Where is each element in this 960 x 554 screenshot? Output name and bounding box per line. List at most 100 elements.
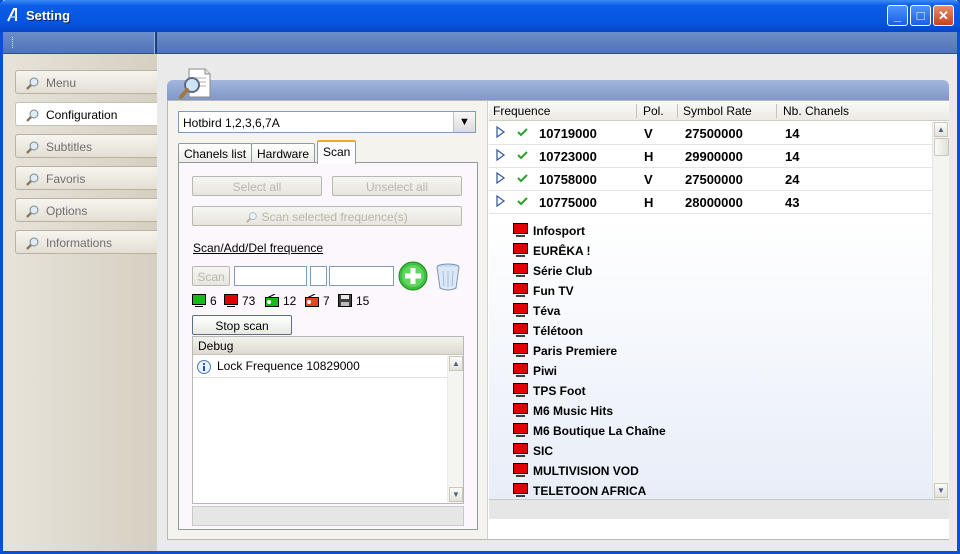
stat-value: 12 bbox=[283, 294, 297, 308]
tab-hardware[interactable]: Hardware bbox=[251, 143, 316, 163]
column-divider[interactable] bbox=[677, 104, 678, 118]
magnifier-icon bbox=[26, 237, 39, 250]
cell-nb-chanels: 14 bbox=[785, 149, 800, 164]
toolbar-grip[interactable] bbox=[12, 37, 15, 48]
channel-name: Téva bbox=[533, 304, 561, 318]
chevron-down-icon[interactable]: ▼ bbox=[453, 112, 475, 132]
magnifier-icon bbox=[26, 77, 39, 90]
floppy-disk-icon bbox=[338, 294, 352, 307]
scan-button[interactable]: Scan bbox=[192, 266, 230, 286]
tv-red-icon bbox=[513, 223, 528, 237]
col-nb-chanels[interactable]: Nb. Chanels bbox=[783, 104, 849, 118]
panel-header bbox=[167, 80, 949, 100]
tv-red-icon bbox=[513, 463, 528, 477]
minimize-button[interactable]: _ bbox=[887, 5, 908, 26]
sidebar-item-menu[interactable]: Menu bbox=[15, 70, 157, 94]
sidebar-item-subtitles[interactable]: Subtitles bbox=[15, 134, 157, 158]
cell-nb-chanels: 24 bbox=[785, 172, 800, 187]
frequence-field[interactable] bbox=[234, 266, 307, 286]
tv-green-stat: 6 bbox=[192, 294, 217, 310]
expand-arrow-icon[interactable] bbox=[496, 149, 506, 161]
radio-red-icon bbox=[305, 294, 319, 307]
tv-red-icon bbox=[224, 294, 238, 307]
debug-log: Debug Lock Frequence 10829000 ▲ ▼ bbox=[192, 336, 464, 504]
grid-status-bar bbox=[489, 499, 949, 519]
stop-scan-button[interactable]: Stop scan bbox=[192, 315, 292, 335]
cell-pol: V bbox=[644, 172, 653, 187]
scroll-up-icon[interactable]: ▲ bbox=[934, 122, 948, 137]
tv-red-icon bbox=[513, 423, 528, 437]
col-symbol-rate[interactable]: Symbol Rate bbox=[683, 104, 752, 118]
channel-name: Fun TV bbox=[533, 284, 574, 298]
window-title: Setting bbox=[26, 8, 71, 23]
select-all-button[interactable]: Select all bbox=[192, 176, 322, 196]
panel-body: Hotbird 1,2,3,6,7A ▼ Chanels list Hardwa… bbox=[167, 100, 949, 540]
tv-green-icon bbox=[192, 294, 206, 307]
cell-pol: H bbox=[644, 149, 654, 164]
radio-red-stat: 7 bbox=[305, 294, 330, 310]
tab-scan[interactable]: Scan bbox=[317, 140, 357, 164]
sidebar-item-configuration[interactable]: Configuration bbox=[15, 102, 157, 126]
unselect-all-button[interactable]: Unselect all bbox=[332, 176, 462, 196]
close-icon: ✕ bbox=[938, 8, 949, 23]
tab-chanels-list[interactable]: Chanels list bbox=[178, 143, 253, 163]
tv-red-icon bbox=[513, 343, 528, 357]
maximize-button[interactable]: □ bbox=[910, 5, 931, 26]
scroll-down-icon[interactable]: ▼ bbox=[934, 483, 948, 498]
debug-scrollbar[interactable]: ▲ ▼ bbox=[447, 356, 463, 503]
satellite-select[interactable]: Hotbird 1,2,3,6,7A ▼ bbox=[178, 111, 476, 133]
trash-icon[interactable] bbox=[435, 261, 461, 291]
frequence-row[interactable]: 10758000 V 27500000 24 bbox=[489, 168, 932, 191]
polarization-field[interactable] bbox=[310, 266, 327, 286]
sidebar-item-label: Configuration bbox=[46, 108, 118, 122]
title-bar[interactable]: Setting _ □ ✕ bbox=[0, 0, 960, 32]
expand-arrow-icon[interactable] bbox=[496, 126, 506, 138]
add-frequence-icon[interactable] bbox=[398, 261, 428, 291]
sidebar: Menu Configuration Subtitles Favoris Opt… bbox=[3, 54, 157, 551]
expand-arrow-icon[interactable] bbox=[496, 195, 506, 207]
debug-header: Debug bbox=[193, 337, 463, 355]
col-frequence[interactable]: Frequence bbox=[493, 104, 550, 118]
tv-red-icon bbox=[513, 483, 528, 497]
sidebar-item-informations[interactable]: Informations bbox=[15, 230, 157, 254]
channel-name: SIC bbox=[533, 444, 554, 458]
sidebar-item-favoris[interactable]: Favoris bbox=[15, 166, 157, 190]
tab-label: Scan bbox=[323, 145, 351, 159]
tv-red-icon bbox=[513, 283, 528, 297]
sidebar-item-label: Options bbox=[46, 204, 88, 218]
check-icon bbox=[517, 128, 528, 137]
cell-symbol-rate: 29900000 bbox=[685, 149, 743, 164]
scroll-down-icon[interactable]: ▼ bbox=[449, 487, 463, 502]
close-button[interactable]: ✕ bbox=[933, 5, 954, 26]
content-area: Hotbird 1,2,3,6,7A ▼ Chanels list Hardwa… bbox=[157, 54, 957, 551]
symbol-rate-field[interactable] bbox=[329, 266, 394, 286]
grid-scrollbar[interactable]: ▲ ▼ bbox=[932, 122, 949, 499]
channel-name: Infosport bbox=[533, 224, 585, 238]
scan-selected-label: Scan selected frequence(s) bbox=[261, 210, 408, 224]
info-icon bbox=[197, 360, 211, 374]
sidebar-item-options[interactable]: Options bbox=[15, 198, 157, 222]
tv-red-icon bbox=[513, 243, 528, 257]
scroll-thumb[interactable] bbox=[934, 138, 949, 156]
frequence-grid-pane: Frequence Pol. Symbol Rate Nb. Chanels 1… bbox=[489, 101, 949, 539]
scan-selected-button[interactable]: Scan selected frequence(s) bbox=[192, 206, 462, 226]
magnifier-icon bbox=[26, 109, 39, 122]
magnifier-icon bbox=[26, 173, 39, 186]
expand-arrow-icon[interactable] bbox=[496, 172, 506, 184]
col-pol[interactable]: Pol. bbox=[643, 104, 664, 118]
check-icon bbox=[517, 151, 528, 160]
scroll-up-icon[interactable]: ▲ bbox=[449, 356, 463, 371]
frequence-row[interactable]: 10775000 H 28000000 43 bbox=[489, 191, 932, 214]
magnifier-icon bbox=[26, 205, 39, 218]
frequence-row[interactable]: 10723000 H 29900000 14 bbox=[489, 145, 932, 168]
frequence-row[interactable]: 10719000 V 27500000 14 bbox=[489, 122, 932, 145]
column-divider[interactable] bbox=[776, 104, 777, 118]
cell-nb-chanels: 14 bbox=[785, 126, 800, 141]
column-divider[interactable] bbox=[636, 104, 637, 118]
cell-frequence: 10723000 bbox=[539, 149, 597, 164]
cell-frequence: 10719000 bbox=[539, 126, 597, 141]
sidebar-item-label: Favoris bbox=[46, 172, 86, 186]
toolbar bbox=[3, 32, 957, 54]
minimize-icon: _ bbox=[893, 8, 902, 23]
stat-value: 15 bbox=[356, 294, 370, 308]
